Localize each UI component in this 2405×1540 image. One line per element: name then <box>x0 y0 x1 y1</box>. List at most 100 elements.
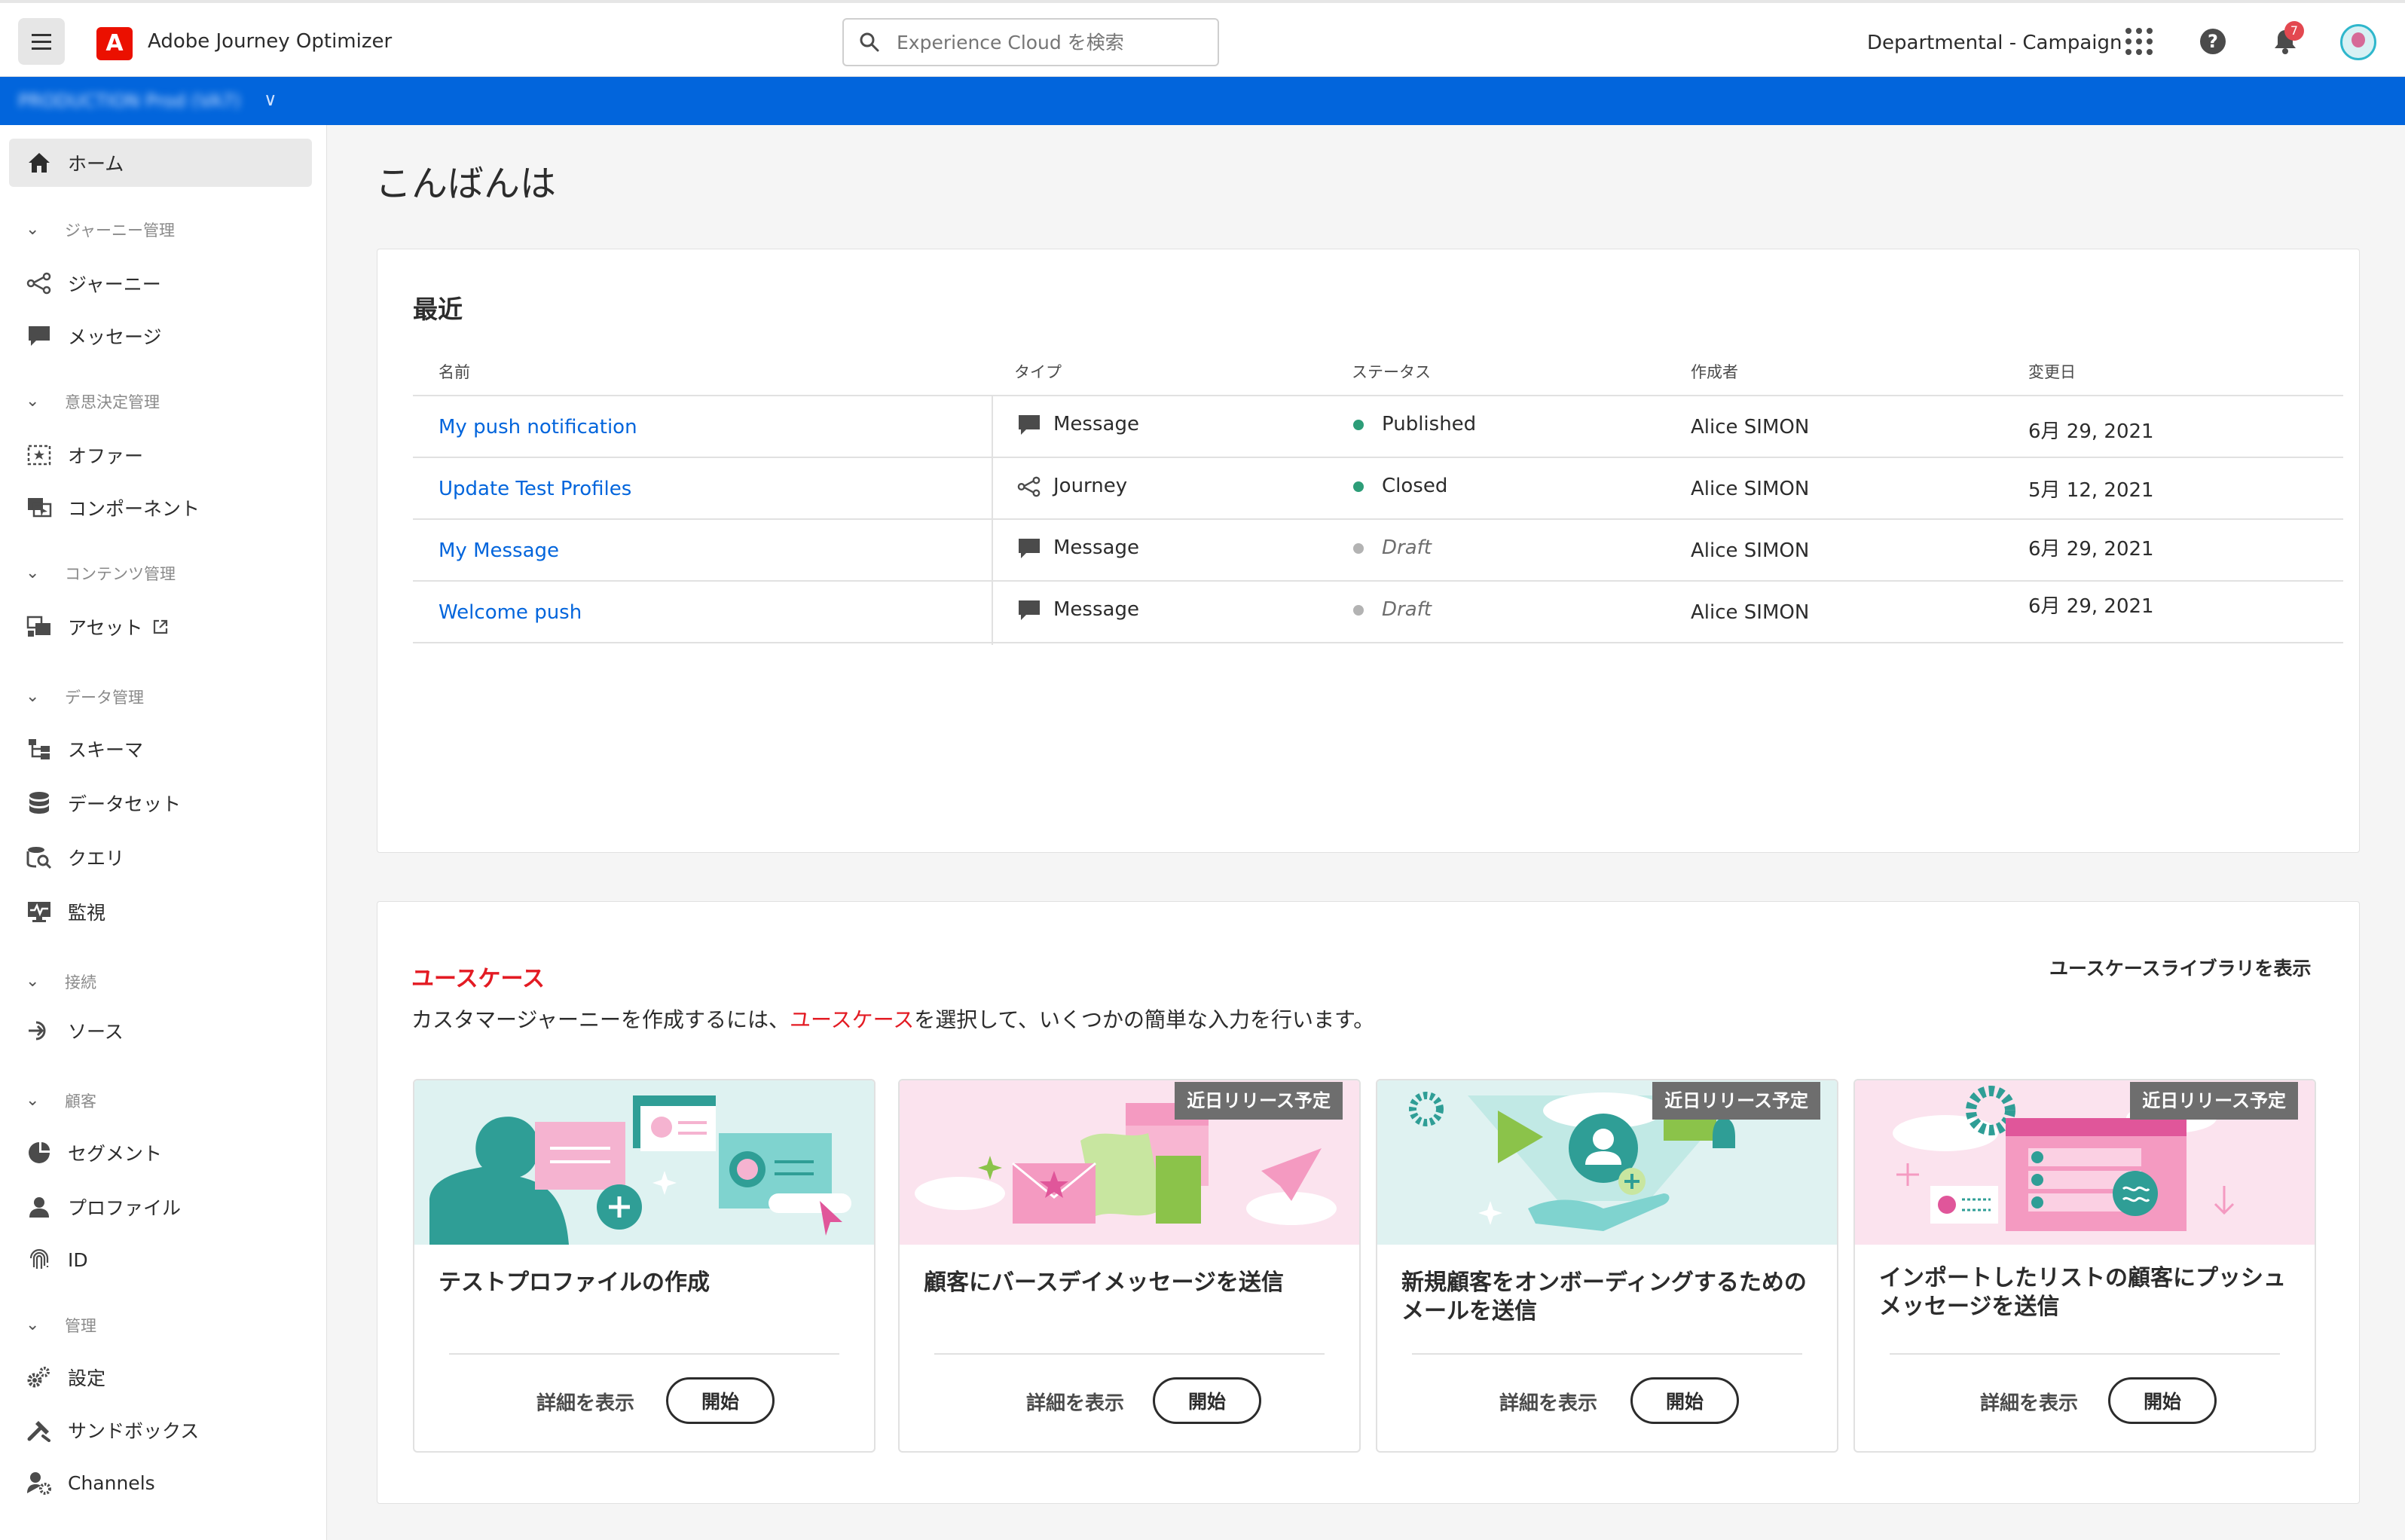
row-date: 6月 29, 2021 <box>2028 595 2154 618</box>
nav-group-label: ジャーニー管理 <box>65 222 175 240</box>
nav-item-schemas[interactable]: スキーマ <box>9 725 312 773</box>
nav-item-settings[interactable]: 設定 <box>9 1353 312 1401</box>
search-input[interactable] <box>897 29 1206 56</box>
hamburger-menu-button[interactable] <box>18 18 65 65</box>
user-avatar[interactable] <box>2339 23 2378 62</box>
row-status: Draft <box>1353 536 1432 559</box>
column-header-type[interactable]: タイプ <box>1014 360 1062 383</box>
test-profile-illustration <box>414 1080 874 1245</box>
nav-item-sources[interactable]: ソース <box>9 1007 312 1055</box>
nav-label: ソース <box>68 1021 124 1043</box>
view-details-link[interactable]: 詳細を表示 <box>536 1388 634 1416</box>
nav-group-content-management[interactable]: ⌄ コンテンツ管理 <box>26 555 176 592</box>
nav-label: メッセージ <box>68 326 162 348</box>
nav-group-label: 管理 <box>65 1317 96 1335</box>
usecase-description: カスタマージャーニーを作成するには、ユースケースを選択して、いくつかの簡単な入力… <box>411 1004 1374 1034</box>
usecase-desc-before: カスタマージャーニーを作成するには、 <box>411 1007 790 1032</box>
nav-label: セグメント <box>68 1143 163 1165</box>
org-switcher[interactable]: Departmental - Campaign <box>1867 32 2122 54</box>
components-icon <box>26 494 53 521</box>
nav-label: ジャーニー <box>68 273 161 295</box>
nav-item-channels[interactable]: Channels <box>9 1459 312 1507</box>
start-button[interactable]: 開始 <box>2108 1377 2217 1424</box>
start-button[interactable]: 開始 <box>666 1377 775 1424</box>
app-name[interactable]: Adobe Journey Optimizer <box>148 30 392 53</box>
page-greeting: こんばんは <box>375 163 557 205</box>
nav-item-datasets[interactable]: データセット <box>9 779 312 827</box>
help-icon[interactable]: ? <box>2197 26 2229 57</box>
nav-item-sandboxes[interactable]: サンドボックス <box>9 1406 312 1454</box>
nav-label: 設定 <box>68 1367 106 1389</box>
nav-group-decision-management[interactable]: ⌄ 意思決定管理 <box>26 383 160 420</box>
usecase-desc-highlight: ユースケース <box>790 1007 915 1032</box>
nav-item-queries[interactable]: クエリ <box>9 833 312 882</box>
nav-item-offers[interactable]: オファー <box>9 431 312 479</box>
query-icon <box>26 844 53 871</box>
usecase-card[interactable]: テストプロファイルの作成 詳細を表示 開始 <box>413 1079 876 1453</box>
nav-item-monitoring[interactable]: 監視 <box>9 888 312 936</box>
chevron-down-icon: ⌄ <box>26 1091 40 1110</box>
menu-icon <box>32 40 51 43</box>
nav-group-journey-management[interactable]: ⌄ ジャーニー管理 <box>26 211 175 249</box>
row-author: Alice SIMON <box>1691 416 1810 438</box>
schema-icon <box>26 735 53 762</box>
row-name-link[interactable]: Welcome push <box>439 601 582 624</box>
usecase-desc-after: を選択して、いくつかの簡単な入力を行います。 <box>914 1007 1375 1032</box>
nav-group-label: 意思決定管理 <box>65 393 160 411</box>
sandbox-switcher[interactable]: PRODUCTION Prod (VA7) <box>18 90 240 112</box>
view-details-link[interactable]: 詳細を表示 <box>1026 1388 1124 1416</box>
message-icon <box>1019 600 1040 620</box>
card-divider <box>449 1353 839 1355</box>
chevron-down-icon: ⌄ <box>26 972 40 991</box>
row-name-link[interactable]: Update Test Profiles <box>439 478 631 500</box>
row-status-label: Draft <box>1382 536 1432 559</box>
chevron-down-icon: ⌄ <box>26 687 40 706</box>
nav-group-connections[interactable]: ⌄ 接続 <box>26 963 96 1001</box>
nav-label: ID <box>68 1248 88 1271</box>
start-button[interactable]: 開始 <box>1153 1377 1261 1424</box>
usecase-card[interactable]: 近日リリース予定 新規顧客をオンボーディングするためのメールを送信 詳細を表示 … <box>1376 1079 1838 1453</box>
column-header-status[interactable]: ステータス <box>1352 360 1431 383</box>
usecase-card[interactable]: 近日リリース予定 インポートしたリストの顧客にプッシュメッセージを送信 詳細を表… <box>1853 1079 2316 1453</box>
status-dot <box>1353 419 1364 430</box>
coming-soon-badge: 近日リリース予定 <box>1652 1082 1820 1120</box>
nav-item-home[interactable]: ホーム <box>9 139 312 187</box>
status-dot <box>1353 542 1364 554</box>
nav-group-administration[interactable]: ⌄ 管理 <box>26 1306 96 1344</box>
chevron-down-icon: ⌄ <box>26 1315 40 1334</box>
nav-item-components[interactable]: コンポーネント <box>9 484 312 532</box>
start-button[interactable]: 開始 <box>1630 1377 1739 1424</box>
nav-item-messages[interactable]: メッセージ <box>9 312 312 360</box>
column-header-name[interactable]: 名前 <box>439 360 470 383</box>
nav-group-customers[interactable]: ⌄ 顧客 <box>26 1082 96 1120</box>
table-divider <box>413 395 2343 396</box>
nav-group-data-management[interactable]: ⌄ データ管理 <box>26 678 144 716</box>
row-type: Message <box>1017 598 1139 622</box>
nav-item-segments[interactable]: セグメント <box>9 1129 312 1177</box>
row-name-link[interactable]: My Message <box>439 539 559 562</box>
nav-item-journeys[interactable]: ジャーニー <box>9 259 312 307</box>
usecase-library-link[interactable]: ユースケースライブラリを表示 <box>2049 954 2312 981</box>
nav-item-assets[interactable]: アセット <box>9 603 312 651</box>
usecase-title: ユースケース <box>411 966 545 992</box>
notification-bell-icon[interactable]: 7 <box>2269 21 2304 57</box>
search-box[interactable] <box>842 18 1219 66</box>
column-header-modified[interactable]: 変更日 <box>2028 360 2076 383</box>
view-details-link[interactable]: 詳細を表示 <box>1980 1388 2078 1416</box>
row-name-link[interactable]: My push notification <box>439 416 637 438</box>
apps-grid-icon[interactable] <box>2123 26 2155 57</box>
adobe-logo[interactable]: A <box>96 27 133 60</box>
nav-item-identities[interactable]: ID <box>9 1236 312 1284</box>
row-date: 6月 29, 2021 <box>2028 538 2154 561</box>
row-status: Published <box>1353 413 1476 435</box>
column-header-author[interactable]: 作成者 <box>1691 360 1738 383</box>
nav-item-profiles[interactable]: プロファイル <box>9 1183 312 1231</box>
usecase-card[interactable]: 近日リリース予定 顧客にバースデイメッセージを送信 詳細を表示 開始 <box>898 1079 1361 1453</box>
row-status-label: Draft <box>1382 598 1432 621</box>
search-icon <box>860 32 879 52</box>
view-details-link[interactable]: 詳細を表示 <box>1499 1388 1597 1416</box>
chevron-down-icon[interactable]: ∨ <box>264 89 277 110</box>
offer-icon <box>26 442 53 469</box>
chevron-down-icon: ⌄ <box>26 564 40 582</box>
status-dot <box>1353 604 1364 616</box>
